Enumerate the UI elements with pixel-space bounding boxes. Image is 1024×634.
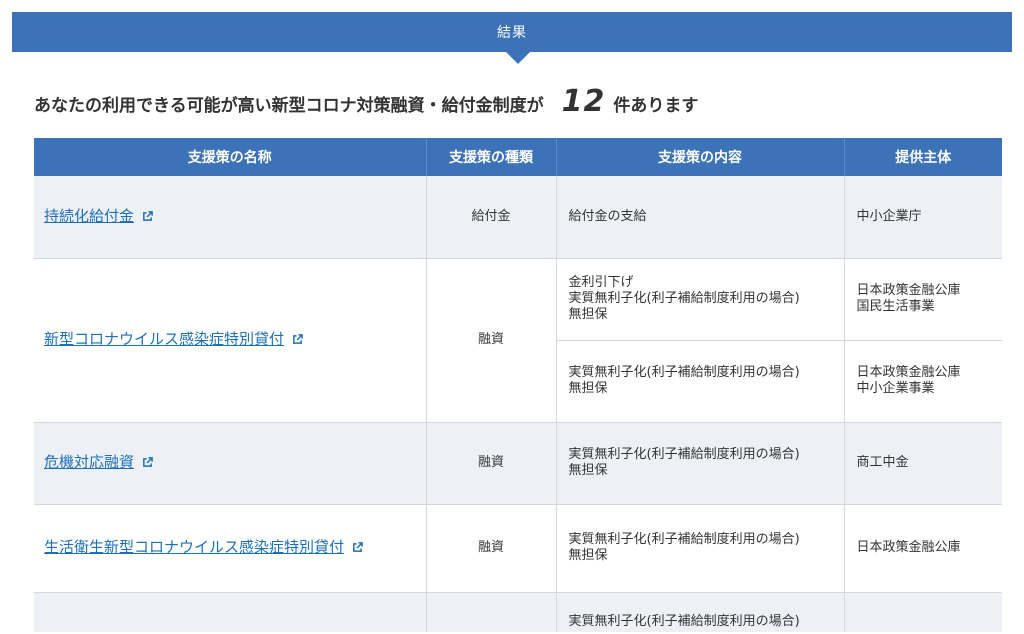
cell-support-type — [426, 592, 557, 634]
cell-support-type: 融資 — [426, 422, 557, 505]
summary-prefix: あなたの利用できる可能が高い新型コロナ対策融資・給付金制度が — [34, 96, 544, 116]
support-name-link[interactable]: 生活衛生新型コロナウイルス感染症特別貸付 — [44, 538, 344, 556]
provider-line: 日本政策金融公庫 — [856, 365, 961, 380]
content-line: 実質無利子化(利子補給制度利用の場合) — [568, 365, 800, 380]
table-row: 生活衛生新型コロナウイルス感染症特別貸付 融資 実質無利子化(利子補給制度利用の場合… — [34, 504, 1002, 593]
cell-support-type: 融資 — [426, 504, 557, 593]
cell-support-content: 金利引下げ 実質無利子化(利子補給制度利用の場合) 無担保 — [556, 258, 845, 341]
result-banner-arrow — [506, 52, 530, 64]
external-link-icon[interactable] — [142, 210, 153, 222]
cell-support-content: 実質無利子化(利子補給制度利用の場合) 無担保 — [556, 504, 845, 593]
content-line: 無担保 — [568, 307, 608, 322]
external-link-icon[interactable] — [292, 334, 303, 345]
result-summary: あなたの利用できる可能が高い新型コロナ対策融資・給付金制度が 12 件あります — [34, 84, 698, 124]
header-type: 支援策の種類 — [426, 138, 557, 176]
cell-support-type: 融資 — [426, 258, 557, 423]
header-name: 支援策の名称 — [34, 138, 427, 176]
result-banner: 結果 — [12, 12, 1012, 52]
content-line: 給付金の支給 — [568, 208, 647, 224]
content-line: 無担保 — [568, 548, 608, 563]
table-row: 危機対応融資 融資 実質無利子化(利子補給制度利用の場合) 無担保 商工中金 — [34, 422, 1002, 505]
cell-support-name: 持続化給付金 — [34, 176, 427, 259]
content-line: 実質無利子化(利子補給制度利用の場合) — [568, 532, 800, 547]
cell-provider — [844, 592, 1002, 634]
cell-provider: 日本政策金融公庫 — [844, 504, 1002, 593]
support-name-link[interactable]: 危機対応融資 — [44, 453, 134, 471]
support-name-link[interactable]: 持続化給付金 — [44, 207, 134, 225]
content-line: 実質無利子化(利子補給制度利用の場合) — [568, 447, 800, 462]
result-count: 12 — [561, 84, 606, 119]
cell-provider: 日本政策金融公庫 国民生活事業 — [844, 258, 1002, 341]
provider-line: 中小企業事業 — [856, 381, 935, 396]
cell-support-name: 生活衛生新型コロナウイルス感染症特別貸付 — [34, 504, 427, 593]
content-line: 無担保 — [568, 463, 608, 478]
table-header-row: 支援策の名称 支援策の種類 支援策の内容 提供主体 — [34, 138, 1002, 176]
external-link-icon[interactable] — [352, 542, 363, 553]
cell-support-content: 給付金の支給 — [556, 176, 845, 259]
external-link-icon[interactable] — [142, 457, 153, 468]
cell-provider: 日本政策金融公庫 中小企業事業 — [844, 340, 1002, 423]
content-line: 実質無利子化(利子補給制度利用の場合) — [568, 614, 800, 629]
cell-support-name: 新型コロナウイルス感染症特別貸付 — [34, 258, 427, 423]
content-line: 金利引下げ — [568, 275, 634, 290]
cell-support-content: 実質無利子化(利子補給制度利用の場合) 無担保 — [556, 340, 845, 423]
cell-provider: 商工中金 — [844, 422, 1002, 505]
table-row: 新型コロナウイルス感染症特別貸付 融資 金利引下げ 実質無利子化(利子補給制度利用の場… — [34, 258, 1002, 423]
header-content: 支援策の内容 — [556, 138, 845, 176]
content-line: 無担保 — [568, 381, 608, 396]
table-row: 実質無利子化(利子補給制度利用の場合) — [34, 592, 1002, 634]
result-banner-title: 結果 — [497, 25, 527, 41]
table-row: 持続化給付金 給付金 給付金の支給 中小企業庁 — [34, 176, 1002, 259]
provider-line: 国民生活事業 — [856, 299, 935, 314]
provider-line: 日本政策金融公庫 — [856, 540, 961, 555]
cell-support-name: 危機対応融資 — [34, 422, 427, 505]
cell-provider: 中小企業庁 — [844, 176, 1002, 259]
cell-support-content: 実質無利子化(利子補給制度利用の場合) 無担保 — [556, 422, 845, 505]
results-table: 支援策の名称 支援策の種類 支援策の内容 提供主体 持続化給付金 給付金 給付金の支… — [34, 138, 1002, 634]
content-line: 実質無利子化(利子補給制度利用の場合) — [568, 291, 800, 306]
provider-line: 商工中金 — [856, 455, 909, 470]
provider-line: 日本政策金融公庫 — [856, 283, 961, 298]
support-name-link[interactable]: 新型コロナウイルス感染症特別貸付 — [44, 330, 284, 348]
cell-support-name — [34, 592, 427, 634]
cell-support-type: 給付金 — [426, 176, 557, 259]
header-provider: 提供主体 — [844, 138, 1002, 176]
provider-line: 中小企業庁 — [856, 208, 922, 224]
summary-suffix: 件あります — [613, 96, 699, 116]
cell-support-content: 実質無利子化(利子補給制度利用の場合) — [556, 592, 845, 634]
